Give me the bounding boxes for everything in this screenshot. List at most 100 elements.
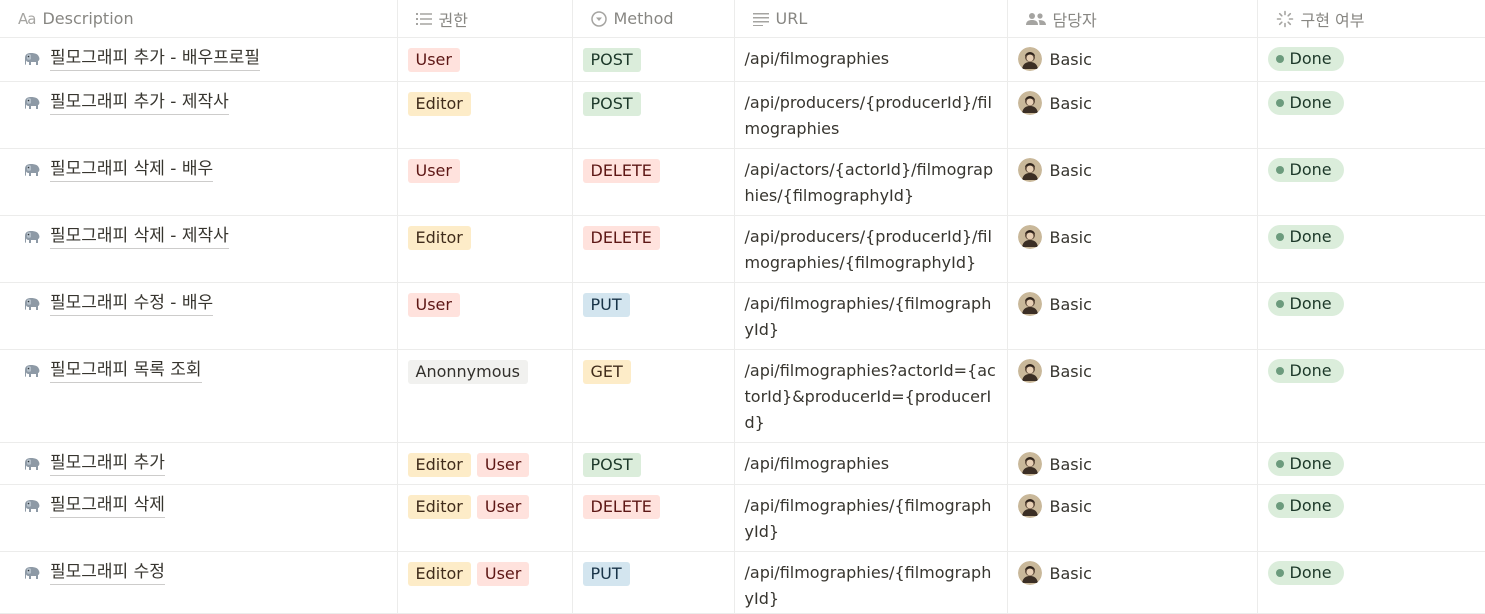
assignee-cell[interactable]: Basic: [1007, 37, 1258, 82]
method-tag: GET: [582, 360, 631, 384]
description-cell[interactable]: 필모그래피 삭제 - 제작사: [0, 215, 398, 283]
url-cell[interactable]: /api/actors/{actorId}/filmographies/{fil…: [734, 148, 1008, 216]
table-row[interactable]: 필모그래피 목록 조회 Anonnymous GET/api/filmographi…: [0, 349, 1485, 443]
table-row[interactable]: 필모그래피 수정 Editor User PUT/api/filmographies/…: [0, 551, 1485, 614]
column-header-assignee[interactable]: 담당자: [1007, 0, 1258, 38]
status-cell[interactable]: Done: [1257, 442, 1485, 485]
description-cell[interactable]: 필모그래피 추가 - 배우프로필: [0, 37, 398, 82]
assignee-cell[interactable]: Basic: [1007, 442, 1258, 485]
description-cell[interactable]: 필모그래피 목록 조회: [0, 349, 398, 443]
status-cell[interactable]: Done: [1257, 148, 1485, 216]
description-cell[interactable]: 필모그래피 삭제 - 배우: [0, 148, 398, 216]
url-cell[interactable]: /api/filmographies/{filmographyId}: [734, 551, 1008, 614]
method-cell[interactable]: PUT: [572, 282, 735, 350]
row-title[interactable]: 필모그래피 삭제: [50, 493, 165, 518]
assignee-name: Basic: [1049, 227, 1092, 247]
column-header-label: URL: [775, 9, 808, 28]
table-row[interactable]: 필모그래피 삭제 Editor User DELETE/api/filmographi…: [0, 484, 1485, 552]
description-cell[interactable]: 필모그래피 추가: [0, 442, 398, 485]
method-cell[interactable]: POST: [572, 81, 735, 149]
status-dot: [1275, 233, 1284, 241]
status-cell[interactable]: Done: [1257, 81, 1485, 149]
status-cell[interactable]: Done: [1257, 37, 1485, 82]
status-label: Done: [1289, 563, 1332, 582]
method-tag: PUT: [582, 562, 630, 586]
status-cell[interactable]: Done: [1257, 215, 1485, 283]
assignee-name: Basic: [1049, 93, 1092, 113]
assignee-cell[interactable]: Basic: [1007, 81, 1258, 149]
row-title[interactable]: 필모그래피 수정 - 배우: [50, 291, 214, 316]
status-cell[interactable]: Done: [1257, 551, 1485, 614]
permission-cell[interactable]: Editor User: [397, 551, 573, 614]
status-dot: [1275, 460, 1284, 468]
url-text: /api/filmographies/{filmographyId}: [744, 563, 992, 608]
assignee-cell[interactable]: Basic: [1007, 551, 1258, 614]
permission-cell[interactable]: Editor: [397, 215, 573, 283]
permission-cell[interactable]: Editor: [397, 81, 573, 149]
row-title[interactable]: 필모그래피 추가 - 제작사: [50, 90, 229, 115]
row-title[interactable]: 필모그래피 수정: [50, 560, 165, 585]
description-cell[interactable]: 필모그래피 추가 - 제작사: [0, 81, 398, 149]
column-header-permission[interactable]: 권한: [397, 0, 573, 38]
assignee-cell[interactable]: Basic: [1007, 484, 1258, 552]
table-row[interactable]: 필모그래피 삭제 - 제작사 Editor DELETE/api/producers…: [0, 215, 1485, 283]
column-header-label: 구현 여부: [1300, 10, 1365, 30]
description-cell[interactable]: 필모그래피 수정: [0, 551, 398, 614]
elephant-icon: [25, 567, 40, 579]
method-cell[interactable]: POST: [572, 442, 735, 485]
url-cell[interactable]: /api/filmographies?actorId={actorId}&pro…: [734, 349, 1008, 443]
assignee-cell[interactable]: Basic: [1007, 282, 1258, 350]
method-cell[interactable]: PUT: [572, 551, 735, 614]
permission-cell[interactable]: User: [397, 282, 573, 350]
status-badge: Done: [1267, 292, 1344, 316]
url-cell[interactable]: /api/filmographies: [734, 442, 1008, 485]
permission-tag: Editor: [407, 92, 471, 116]
status-cell[interactable]: Done: [1257, 484, 1485, 552]
row-title[interactable]: 필모그래피 삭제 - 제작사: [50, 224, 229, 249]
column-header-label: Method: [613, 9, 674, 28]
status-label: Done: [1289, 294, 1332, 313]
method-cell[interactable]: DELETE: [572, 215, 735, 283]
permission-cell[interactable]: Anonnymous: [397, 349, 573, 443]
url-cell[interactable]: /api/producers/{producerId}/filmographie…: [734, 215, 1008, 283]
column-header-url[interactable]: URL: [734, 0, 1008, 38]
row-title[interactable]: 필모그래피 추가: [50, 451, 165, 476]
method-cell[interactable]: POST: [572, 37, 735, 82]
avatar: [1017, 158, 1042, 182]
column-header-status[interactable]: 구현 여부: [1257, 0, 1485, 38]
status-cell[interactable]: Done: [1257, 282, 1485, 350]
status-cell[interactable]: Done: [1257, 349, 1485, 443]
row-title[interactable]: 필모그래피 목록 조회: [50, 358, 202, 383]
row-title[interactable]: 필모그래피 삭제 - 배우: [50, 157, 214, 182]
url-cell[interactable]: /api/filmographies: [734, 37, 1008, 82]
table-row[interactable]: 필모그래피 삭제 - 배우 User DELETE/api/actors/{acto…: [0, 148, 1485, 216]
url-cell[interactable]: /api/filmographies/{filmographyId}: [734, 484, 1008, 552]
method-cell[interactable]: GET: [572, 349, 735, 443]
method-cell[interactable]: DELETE: [572, 484, 735, 552]
table-row[interactable]: 필모그래피 수정 - 배우 User PUT/api/filmographies/{…: [0, 282, 1485, 350]
permission-cell[interactable]: User: [397, 37, 573, 82]
status-dot: [1275, 367, 1284, 375]
description-cell[interactable]: 필모그래피 삭제: [0, 484, 398, 552]
method-cell[interactable]: DELETE: [572, 148, 735, 216]
select-icon: [590, 10, 607, 27]
column-header-description[interactable]: Aa Description: [0, 0, 398, 38]
assignee-name: Basic: [1049, 361, 1092, 381]
table-row[interactable]: 필모그래피 추가 - 배우프로필 User POST/api/filmographi…: [0, 37, 1485, 82]
avatar: [1017, 292, 1042, 316]
permission-cell[interactable]: Editor User: [397, 484, 573, 552]
status-badge: Done: [1267, 225, 1344, 249]
url-cell[interactable]: /api/filmographies/{filmographyId}: [734, 282, 1008, 350]
assignee-cell[interactable]: Basic: [1007, 215, 1258, 283]
assignee-name: Basic: [1049, 563, 1092, 583]
description-cell[interactable]: 필모그래피 수정 - 배우: [0, 282, 398, 350]
table-row[interactable]: 필모그래피 추가 Editor User POST/api/filmographies…: [0, 442, 1485, 485]
assignee-cell[interactable]: Basic: [1007, 148, 1258, 216]
assignee-cell[interactable]: Basic: [1007, 349, 1258, 443]
permission-cell[interactable]: User: [397, 148, 573, 216]
url-cell[interactable]: /api/producers/{producerId}/filmographie…: [734, 81, 1008, 149]
row-title[interactable]: 필모그래피 추가 - 배우프로필: [50, 46, 261, 71]
table-row[interactable]: 필모그래피 추가 - 제작사 Editor POST/api/producers/{…: [0, 81, 1485, 149]
permission-cell[interactable]: Editor User: [397, 442, 573, 485]
column-header-method[interactable]: Method: [572, 0, 735, 38]
